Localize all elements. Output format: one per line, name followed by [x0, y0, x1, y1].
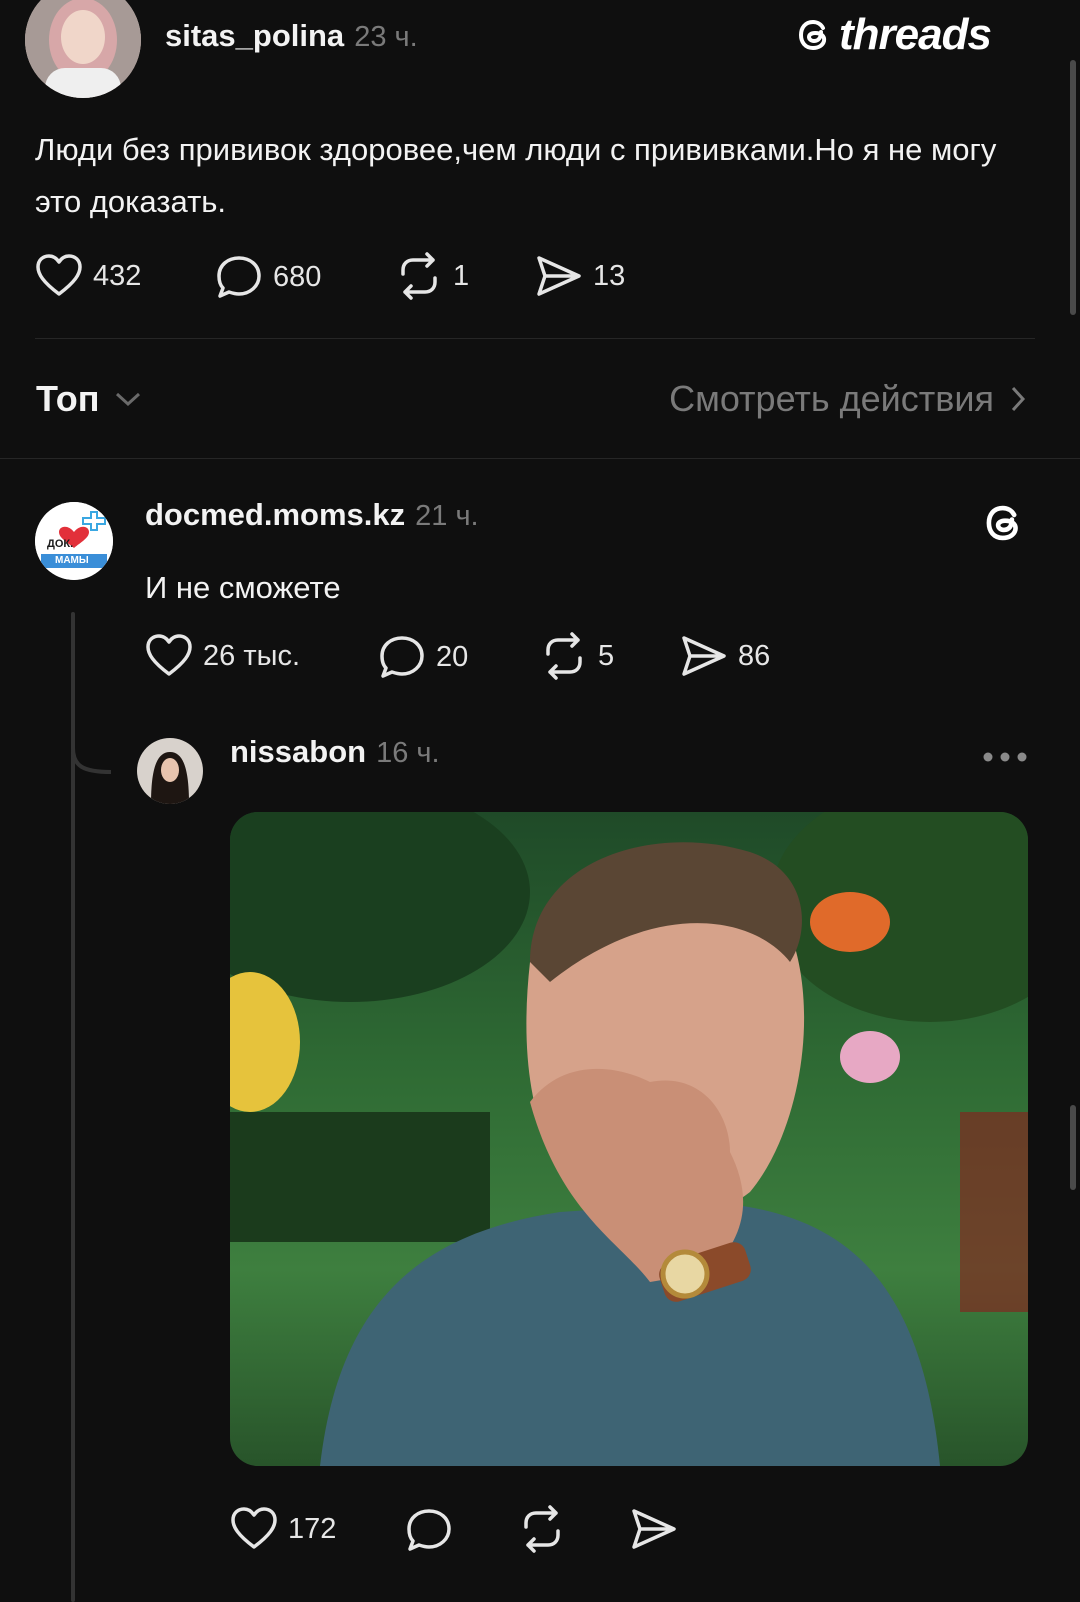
like-count: 172 [288, 1512, 337, 1545]
threads-icon [986, 505, 1018, 541]
reply1-time: 21 ч. [415, 500, 479, 532]
thread-curve [71, 748, 112, 774]
post-text: Люди без прививок здоровее,чем люди с пр… [35, 132, 997, 219]
view-activity-link[interactable]: Смотреть действия [669, 378, 1028, 420]
post-username[interactable]: sitas_polina [165, 18, 344, 53]
repost-icon [524, 1505, 560, 1553]
more-options-button[interactable] [982, 750, 1028, 768]
repost-button[interactable]: 5 [540, 632, 614, 680]
chevron-down-icon [116, 392, 141, 407]
sort-dropdown[interactable]: Топ [36, 378, 143, 420]
comment-icon [217, 256, 261, 298]
share-count: 13 [593, 259, 626, 292]
heart-icon [146, 634, 192, 676]
chevron-right-icon [1011, 386, 1026, 412]
threads-icon-button[interactable] [982, 500, 1028, 551]
share-icon [632, 1509, 676, 1549]
threads-logo[interactable]: threads [795, 10, 992, 60]
like-button[interactable]: 26 тыс. [145, 634, 300, 678]
avatar-text-top: ДОК. [47, 538, 74, 550]
comment-count: 680 [273, 260, 322, 293]
avatar-text-bottom: МАМЫ [55, 555, 89, 566]
reply2-username[interactable]: nissabon [230, 734, 366, 769]
scrollbar-top[interactable] [1070, 60, 1076, 315]
heart-icon [231, 1507, 277, 1549]
avatar-photo [137, 738, 203, 804]
share-button[interactable] [630, 1507, 678, 1551]
divider [35, 338, 1035, 339]
repost-icon [546, 632, 582, 680]
avatar[interactable]: ДОК. МАМЫ [35, 502, 113, 580]
like-button[interactable]: 432 [35, 254, 141, 298]
threads-icon [798, 19, 827, 51]
repost-button[interactable]: 1 [395, 252, 469, 300]
comment-button[interactable]: 680 [215, 254, 321, 300]
reply1-username[interactable]: docmed.moms.kz [145, 497, 405, 532]
like-count: 432 [93, 259, 142, 292]
more-icon [983, 752, 1027, 762]
divider [0, 458, 1080, 459]
comment-button[interactable]: 20 [378, 634, 468, 680]
avatar[interactable] [137, 738, 203, 804]
reply-image[interactable] [230, 812, 1028, 1466]
like-count: 26 тыс. [203, 639, 300, 672]
comment-count: 20 [436, 640, 469, 673]
repost-icon [401, 252, 437, 300]
heart-icon [36, 254, 82, 296]
reply2-time: 16 ч. [376, 737, 440, 769]
reply1-text: И не сможете [145, 570, 341, 605]
share-icon [537, 256, 581, 296]
view-activity-label: Смотреть действия [669, 378, 994, 419]
avatar-photo [25, 0, 141, 98]
comment-button[interactable] [405, 1507, 453, 1553]
repost-button[interactable] [518, 1505, 566, 1553]
photo-image-icon [230, 812, 1028, 1466]
post-time: 23 ч. [354, 21, 418, 53]
avatar[interactable] [25, 0, 141, 98]
comment-icon [407, 1509, 451, 1551]
repost-count: 1 [453, 259, 470, 292]
scrollbar-mid[interactable] [1070, 1105, 1076, 1190]
share-count: 86 [738, 639, 771, 672]
share-icon [682, 636, 726, 676]
share-button[interactable]: 86 [680, 634, 770, 678]
repost-count: 5 [598, 639, 615, 672]
sort-label: Топ [36, 378, 100, 419]
share-button[interactable]: 13 [535, 254, 625, 298]
like-button[interactable]: 172 [230, 1507, 336, 1551]
threads-wordmark: threads [839, 10, 992, 59]
comment-icon [380, 636, 424, 678]
